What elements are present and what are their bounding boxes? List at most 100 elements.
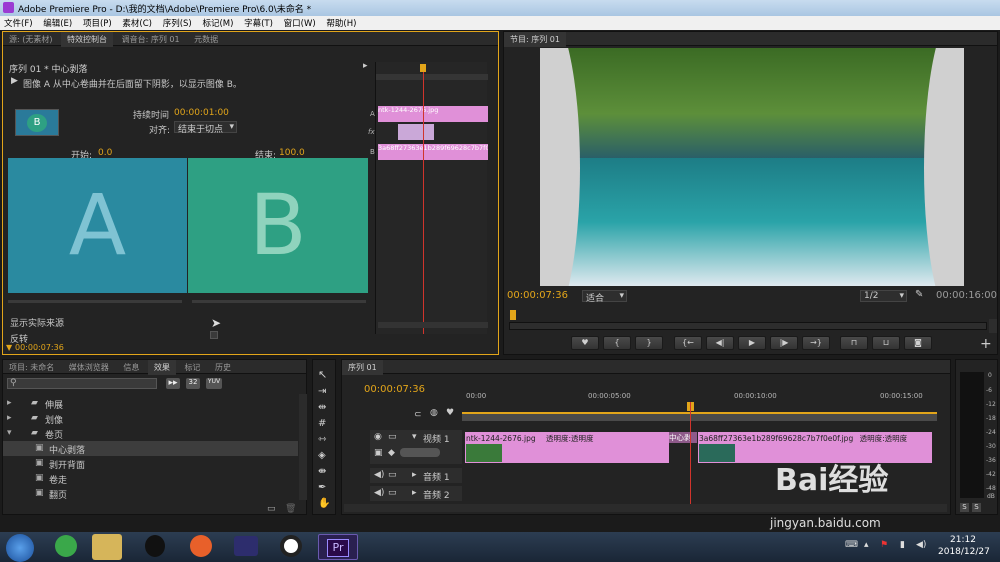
- yuv-effects-icon[interactable]: YUV: [206, 378, 222, 389]
- 360-browser-icon[interactable]: [55, 535, 77, 557]
- hand-tool-icon[interactable]: ✋: [318, 498, 330, 509]
- menu-file[interactable]: 文件(F): [0, 16, 37, 30]
- tray-volume-icon[interactable]: ◀): [916, 540, 926, 550]
- set-marker-icon[interactable]: ◍: [430, 408, 438, 418]
- duration-value[interactable]: 00:00:01:00: [174, 108, 229, 118]
- reverse-checkbox[interactable]: [210, 331, 218, 339]
- expand-track-icon[interactable]: ▸: [412, 488, 417, 498]
- effects-tree-item[interactable]: ▣ 剥开背面: [3, 456, 298, 471]
- timeline-timecode[interactable]: 00:00:07:36: [364, 384, 425, 395]
- track-select-tool-icon[interactable]: ⇥: [318, 386, 326, 397]
- qq-icon[interactable]: [145, 535, 165, 557]
- keyframe-icon[interactable]: ◆: [388, 448, 395, 458]
- menu-clip[interactable]: 素材(C): [118, 16, 156, 30]
- menu-edit[interactable]: 编辑(E): [39, 16, 76, 30]
- tray-expand-icon[interactable]: ▴: [864, 540, 869, 550]
- marker-icon[interactable]: ♥: [446, 408, 454, 418]
- effects-tree-item[interactable]: ▸ ▰ 划像: [3, 411, 298, 426]
- lift-button[interactable]: ⊓: [840, 336, 868, 350]
- effects-search-input[interactable]: ⚲: [7, 378, 157, 389]
- step-forward-button[interactable]: |▶: [770, 336, 798, 350]
- mini-transition[interactable]: [398, 124, 434, 140]
- lock-toggle-icon[interactable]: ▭: [388, 432, 397, 442]
- expand-track-icon[interactable]: ▸: [412, 470, 417, 480]
- end-slider[interactable]: [192, 300, 366, 303]
- mark-in-button[interactable]: {: [603, 336, 631, 350]
- tab-audio-mixer[interactable]: 调音台: 序列 01: [116, 32, 186, 47]
- solo-right-button[interactable]: S: [972, 503, 981, 512]
- effects-tree-item[interactable]: ▣ 卷走: [3, 471, 298, 486]
- mark-out-button[interactable]: }: [635, 336, 663, 350]
- funnel-icon[interactable]: ▼: [6, 343, 12, 352]
- resolution-dropdown[interactable]: 1/2 ▾: [860, 290, 907, 302]
- new-bin-icon[interactable]: ▭: [267, 504, 276, 514]
- menu-help[interactable]: 帮助(H): [322, 16, 360, 30]
- pen-tool-icon[interactable]: ✒: [318, 482, 326, 493]
- tab-project[interactable]: 项目: 未命名: [3, 360, 60, 375]
- tray-keyboard-icon[interactable]: ⌨: [845, 540, 858, 550]
- accelerated-effects-icon[interactable]: ▸▸: [166, 378, 180, 389]
- menu-title[interactable]: 字幕(T): [240, 16, 277, 30]
- snap-icon[interactable]: ⊂: [414, 410, 422, 420]
- fit-dropdown[interactable]: 适合 ▾: [582, 290, 627, 304]
- ripple-edit-tool-icon[interactable]: ⇹: [318, 402, 326, 413]
- tab-markers[interactable]: 标记: [178, 360, 206, 375]
- effects-scrollbar[interactable]: [299, 394, 307, 500]
- file-explorer-icon[interactable]: [92, 534, 122, 560]
- wrench-icon[interactable]: ✎: [915, 289, 923, 300]
- step-back-button[interactable]: ◀|: [706, 336, 734, 350]
- selection-tool-icon[interactable]: ↖: [318, 368, 327, 381]
- menu-window[interactable]: 窗口(W): [280, 16, 320, 30]
- export-frame-button[interactable]: ◙: [904, 336, 932, 350]
- start-value[interactable]: 0.0: [98, 148, 112, 158]
- rolling-edit-tool-icon[interactable]: #: [318, 418, 326, 429]
- keyframe-navigator[interactable]: [400, 448, 440, 457]
- tab-effect-controls[interactable]: 特效控制台: [61, 32, 114, 47]
- rate-stretch-tool-icon[interactable]: ⇿: [318, 434, 326, 445]
- clock-time[interactable]: 21:12: [950, 535, 976, 545]
- tab-history[interactable]: 历史: [209, 360, 237, 375]
- tab-media-browser[interactable]: 媒体浏览器: [63, 360, 115, 375]
- clip-a[interactable]: ntk-1244-2676.jpg 透明度:透明度: [465, 432, 669, 463]
- firefox-icon[interactable]: [190, 535, 212, 557]
- start-slider[interactable]: [8, 300, 182, 303]
- tab-sequence-01[interactable]: 序列 01: [342, 360, 383, 375]
- recorder-icon[interactable]: [280, 535, 302, 557]
- effects-tree-item[interactable]: ▣ 翻页: [3, 486, 298, 501]
- effects-tree-item[interactable]: ▾ ▰ 卷页: [3, 426, 298, 441]
- lock-toggle-icon[interactable]: ▭: [388, 488, 397, 498]
- speaker-icon[interactable]: ◀): [374, 488, 384, 498]
- mini-clip-a[interactable]: ntk-1244-2676.jpg: [378, 106, 488, 122]
- menu-marker[interactable]: 标记(M): [198, 16, 237, 30]
- play-button[interactable]: ▶: [738, 336, 766, 350]
- start-button[interactable]: [6, 534, 34, 562]
- tab-program[interactable]: 节目: 序列 01: [504, 32, 566, 47]
- 32bit-effects-icon[interactable]: 32: [186, 378, 200, 389]
- razor-tool-icon[interactable]: ◈: [318, 450, 326, 461]
- tab-source[interactable]: 源: (无素材): [3, 32, 58, 47]
- clock-date[interactable]: 2018/12/27: [938, 547, 990, 557]
- lock-toggle-icon[interactable]: ▭: [388, 470, 397, 480]
- work-area-bar[interactable]: [462, 412, 937, 421]
- program-scroll-handle[interactable]: [989, 319, 997, 333]
- slip-tool-icon[interactable]: ⇼: [318, 466, 326, 477]
- align-dropdown[interactable]: 结束于切点 ▾: [174, 121, 237, 135]
- menu-project[interactable]: 项目(P): [79, 16, 116, 30]
- mini-playhead-marker[interactable]: [420, 64, 426, 72]
- extract-button[interactable]: ⊔: [872, 336, 900, 350]
- program-playhead[interactable]: [510, 310, 516, 320]
- tab-metadata[interactable]: 元数据: [188, 32, 224, 47]
- mini-clip-b[interactable]: 3a68ff27363e1b289f69628c7b7f0e0f.jpg: [378, 144, 488, 160]
- tab-effects[interactable]: 效果: [147, 360, 176, 375]
- trash-icon[interactable]: 🗑: [285, 504, 296, 514]
- program-scrub-bar[interactable]: [509, 322, 987, 330]
- program-timecode-left[interactable]: 00:00:07:36: [507, 290, 568, 301]
- media-app-icon[interactable]: [234, 536, 258, 556]
- go-to-in-button[interactable]: {←: [674, 336, 702, 350]
- play-preview-icon[interactable]: ▶: [11, 76, 18, 86]
- add-marker-button[interactable]: ♥: [571, 336, 599, 350]
- tab-info[interactable]: 信息: [117, 360, 145, 375]
- premiere-taskbar-button[interactable]: Pr: [318, 534, 358, 560]
- end-value[interactable]: 100.0: [279, 148, 305, 158]
- expand-track-icon[interactable]: ▾: [412, 432, 417, 442]
